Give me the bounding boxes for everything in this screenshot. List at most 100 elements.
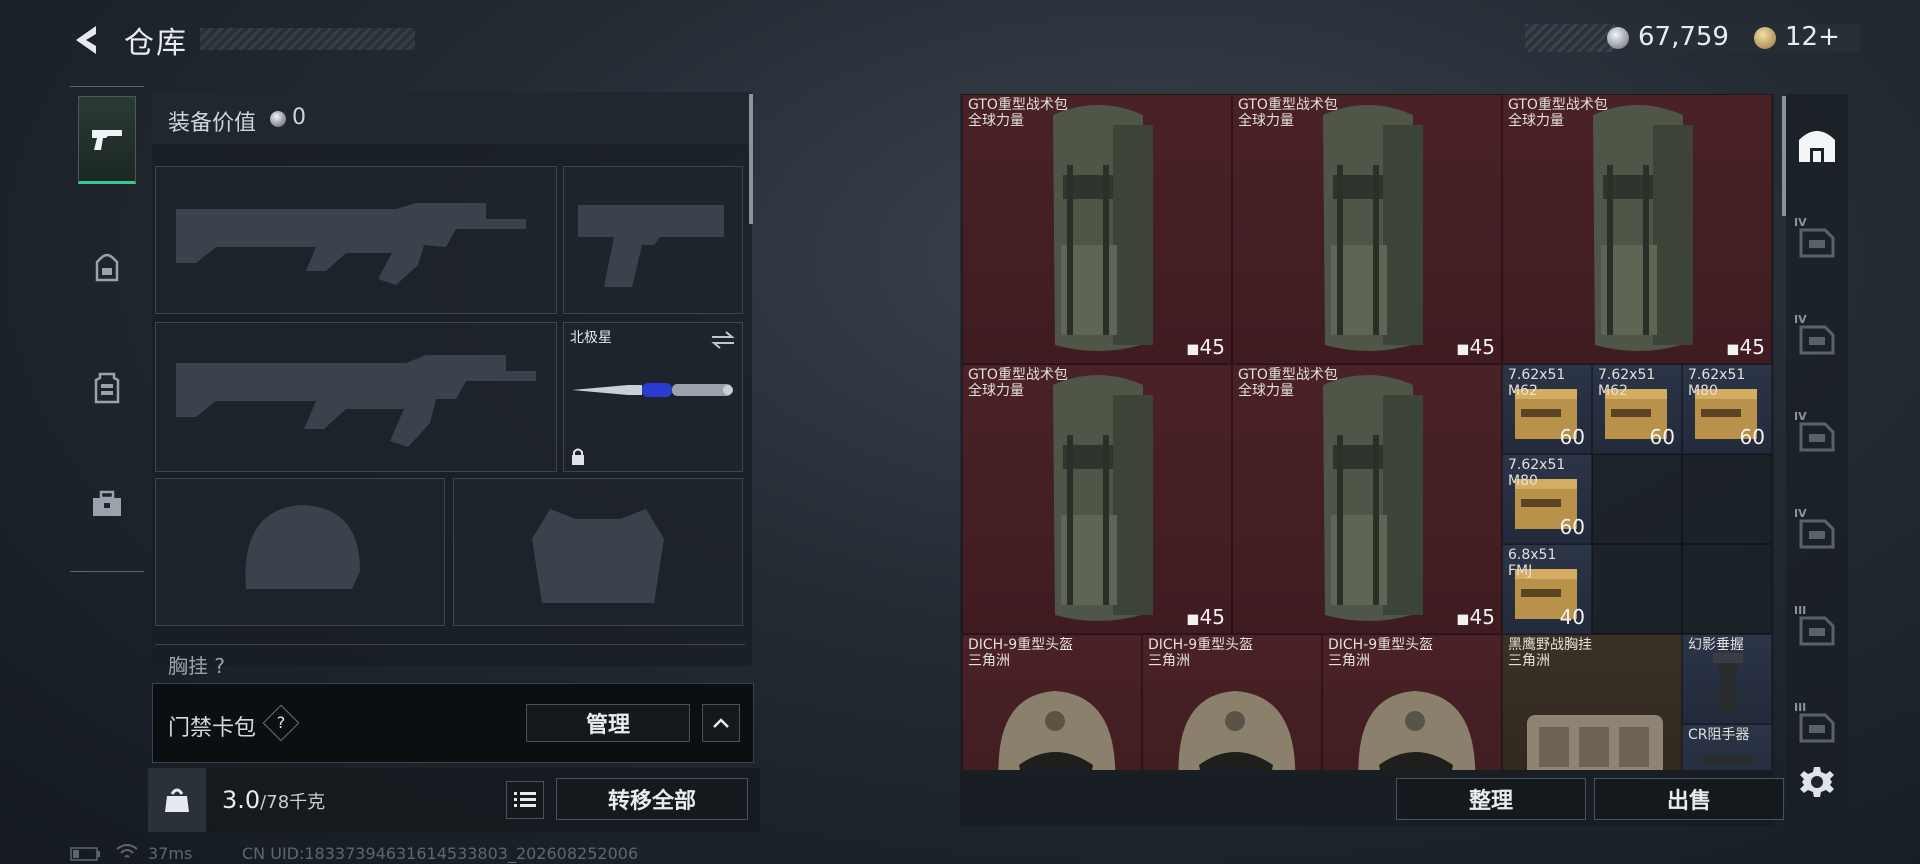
storage-item[interactable]: DICH-9重型头盔 三角洲	[962, 634, 1142, 770]
item-count-value: 45	[1469, 605, 1495, 629]
ping-readout: 37ms	[148, 844, 193, 863]
melee-slot[interactable]: 北极星	[563, 322, 743, 472]
keycard-case-label: 门禁卡包	[168, 716, 257, 741]
current-weight: 3.0	[222, 786, 261, 814]
storage-item[interactable]: GTO重型战术包 全球力量 ◼45	[962, 94, 1232, 364]
pistol-slot[interactable]	[563, 166, 743, 314]
storage-item[interactable]: GTO重型战术包 全球力量 ◼45	[1232, 94, 1502, 364]
weight-readout: 3.0/78千克	[222, 786, 325, 814]
item-name-line1: GTO重型战术包	[1238, 367, 1338, 383]
storage-item[interactable]: GTO重型战术包 全球力量 ◼45	[962, 364, 1232, 634]
knife-name: 北极星	[570, 330, 612, 346]
helmet-slot[interactable]	[155, 478, 445, 626]
tier-label: IV	[1794, 313, 1807, 326]
storage-item[interactable]: DICH-9重型头盔 三角洲	[1322, 634, 1502, 770]
storage-item[interactable]: 7.62x51 M62 60	[1592, 364, 1682, 454]
storage-tier-tab[interactable]: IV	[1790, 309, 1844, 369]
kettlebell-icon	[165, 788, 189, 812]
item-name: 7.62x51 M62	[1508, 367, 1565, 399]
item-count: 60	[1560, 425, 1585, 449]
item-name-line1: 7.62x51	[1598, 367, 1656, 383]
tier-label: IV	[1794, 216, 1807, 229]
tab-briefcase[interactable]	[78, 460, 136, 548]
empty-storage-cell[interactable]	[1592, 544, 1682, 634]
uid-readout: CN UID:18337394631614533803_202608252006	[242, 844, 639, 863]
storage-tier-tab[interactable]: III	[1790, 697, 1844, 757]
tab-vest[interactable]	[78, 344, 136, 432]
item-name: DICH-9重型头盔 三角洲	[1148, 637, 1253, 669]
item-count: 60	[1650, 425, 1675, 449]
storage-main-tab[interactable]	[1790, 114, 1844, 174]
secondary-weapon-slot[interactable]	[155, 322, 557, 472]
storage-item[interactable]: GTO重型战术包 全球力量 ◼45	[1502, 94, 1772, 364]
item-name: GTO重型战术包 全球力量	[968, 367, 1068, 399]
sort-button[interactable]: 整理	[1396, 778, 1586, 820]
capacity-icon: ◼	[1186, 609, 1200, 628]
helmet-silhouette-icon	[245, 505, 360, 589]
storage-tier-tab[interactable]: III	[1790, 600, 1844, 660]
item-name: 7.62x51 M62	[1598, 367, 1655, 399]
empty-storage-cell[interactable]	[1682, 454, 1772, 544]
storage-item[interactable]: 黑鹰野战胸挂 三角洲	[1502, 634, 1682, 770]
manage-button[interactable]: 管理	[526, 704, 690, 742]
item-count: ◼45	[1456, 335, 1495, 359]
item-art	[1503, 95, 1771, 363]
knife-icon	[572, 383, 733, 397]
item-name: GTO重型战术包 全球力量	[968, 97, 1068, 129]
storage-tier-tab[interactable]: IV	[1790, 503, 1844, 563]
tier-label: III	[1794, 701, 1807, 714]
backpack-icon	[95, 253, 119, 282]
item-count-value: 60	[1559, 515, 1585, 539]
item-name: 7.62x51 M80	[1508, 457, 1565, 489]
item-name-line2: M62	[1598, 383, 1628, 399]
capacity-icon: ◼	[1186, 339, 1200, 358]
item-name-line2: 全球力量	[1508, 113, 1564, 129]
tier-label: IV	[1794, 507, 1807, 520]
item-name-line1: 幻影垂握	[1688, 637, 1744, 653]
storage-item[interactable]: 7.62x51 M62 60	[1502, 364, 1592, 454]
settings-button[interactable]	[1790, 752, 1844, 812]
storage-item[interactable]: 7.62x51 M80 60	[1682, 364, 1772, 454]
storage-item[interactable]: DICH-9重型头盔 三角洲	[1142, 634, 1322, 770]
backpack-item-icon	[1593, 105, 1693, 351]
storage-tier-tab[interactable]: IV	[1790, 212, 1844, 272]
swap-icon[interactable]	[710, 329, 736, 351]
storage-tier-tab[interactable]: IV	[1790, 406, 1844, 466]
gold-balance: 12+	[1785, 22, 1840, 52]
armor-slot[interactable]	[453, 478, 743, 626]
storage-item[interactable]: 幻影垂握	[1682, 634, 1772, 724]
equipment-scrollbar[interactable]	[749, 94, 753, 224]
equipment-value-label: 装备价值	[168, 111, 257, 136]
storage-item[interactable]: 6.8x51 FMJ 40	[1502, 544, 1592, 634]
back-button[interactable]	[70, 22, 106, 58]
item-name-line2: M62	[1508, 383, 1538, 399]
list-view-button[interactable]	[506, 781, 544, 819]
item-name: DICH-9重型头盔 三角洲	[968, 637, 1073, 669]
primary-weapon-slot[interactable]	[155, 166, 557, 314]
backpack-item-icon	[1053, 105, 1153, 351]
sell-button[interactable]: 出售	[1594, 778, 1784, 820]
storage-item[interactable]: CR阻手器	[1682, 724, 1772, 770]
back-arrow-icon	[76, 26, 96, 54]
item-name-line2: 三角洲	[968, 653, 1010, 669]
item-name-line2: 全球力量	[1238, 383, 1294, 399]
item-name-line1: 黑鹰野战胸挂	[1508, 637, 1592, 653]
transfer-all-button[interactable]: 转移全部	[556, 778, 748, 820]
gear-icon	[1800, 767, 1834, 797]
tab-weapons[interactable]	[78, 96, 136, 184]
pistol-silhouette-icon	[578, 205, 724, 287]
collapse-button[interactable]	[702, 704, 740, 742]
storage-item[interactable]: GTO重型战术包 全球力量 ◼45	[1232, 364, 1502, 634]
capacity-icon: ◼	[1456, 609, 1470, 628]
page-title: 仓库	[124, 26, 188, 61]
chest-rig-slot[interactable]	[155, 644, 745, 675]
storage-item[interactable]: 7.62x51 M80 60	[1502, 454, 1592, 544]
item-count: ◼45	[1186, 335, 1225, 359]
item-count: 40	[1560, 605, 1585, 629]
empty-storage-cell[interactable]	[1682, 544, 1772, 634]
tab-backpack[interactable]	[78, 224, 136, 312]
briefcase-icon	[93, 490, 121, 516]
item-name: GTO重型战术包 全球力量	[1238, 367, 1338, 399]
lock-icon	[572, 448, 584, 465]
empty-storage-cell[interactable]	[1592, 454, 1682, 544]
